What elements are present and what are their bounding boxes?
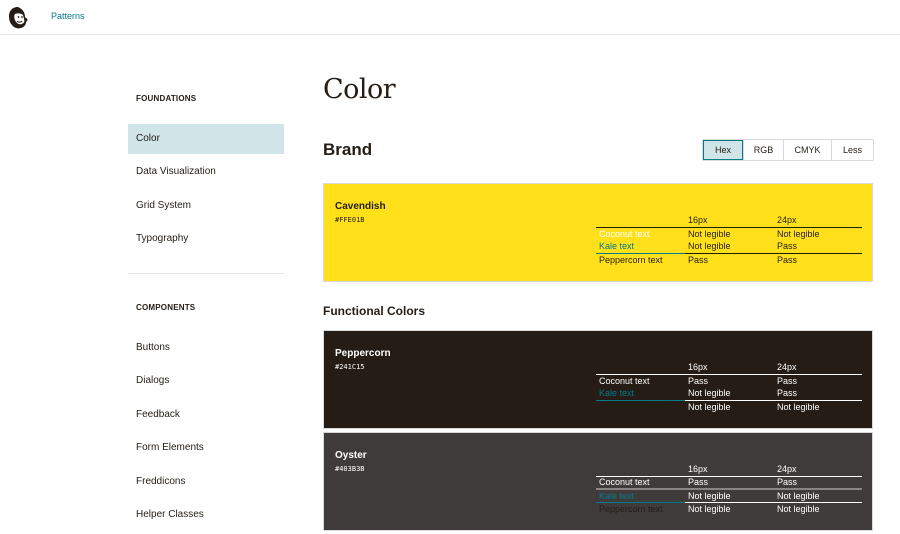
header-cell-16px: 16px: [685, 214, 774, 228]
header-cell: [596, 463, 685, 477]
sidebar-item-data-visualization[interactable]: Data Visualization: [128, 157, 284, 187]
format-less-button[interactable]: Less: [831, 140, 873, 160]
brand-section-title: Brand: [323, 140, 373, 159]
header-cell-24px: 24px: [774, 463, 862, 477]
legibility-table: 16px 24px Coconut text Not legible Not legib…: [596, 214, 862, 266]
legibility-header-row: 16px 24px: [596, 214, 862, 228]
swatch-name: Peppercorn: [335, 348, 391, 359]
text-color-label: Kale text: [596, 240, 685, 254]
sidebar-item-grid-system[interactable]: Grid System: [128, 191, 284, 221]
section-label-foundations: FOUNDATIONS: [136, 94, 197, 103]
result-24px: Pass: [774, 387, 862, 401]
section-label-components: COMPONENTS: [136, 303, 196, 312]
result-24px: Not legible: [777, 503, 820, 514]
sidebar-item-form-elements[interactable]: Form Elements: [128, 433, 284, 463]
patterns-link[interactable]: Patterns: [51, 11, 85, 21]
legibility-row: Coconut text Not legible Not legible: [596, 227, 862, 240]
result-16px: Not legible: [688, 503, 731, 514]
text-color-label: Coconut text: [599, 228, 650, 239]
result-16px: Not legible: [685, 489, 774, 503]
swatch-name: Oyster: [335, 450, 367, 461]
text-color-label: Coconut text: [599, 375, 650, 386]
format-rgb-button[interactable]: RGB: [743, 140, 783, 160]
sidebar-divider: [128, 273, 284, 274]
legibility-row: Coconut text Pass Pass: [596, 476, 862, 490]
swatch-card-cavendish: Cavendish #FFE01B 16px 24px Coconut text No…: [323, 183, 873, 282]
result-24px: Pass: [774, 476, 862, 490]
legibility-row: Kale text Not legible Pass: [596, 387, 862, 401]
legibility-header-row: 16px 24px: [596, 463, 862, 477]
legibility-row: Kale text Not legible Not legible: [596, 489, 862, 503]
header-cell-16px: 16px: [685, 463, 774, 477]
swatch-card-oyster: Oyster #403B3B 16px 24px Coconut text Pass P…: [323, 432, 873, 531]
swatch-hex-value[interactable]: #FFE01B: [335, 216, 365, 224]
header-cell: [596, 214, 685, 228]
text-color-label: Coconut text: [596, 476, 685, 490]
text-color-label: Kale text: [596, 489, 685, 503]
result-16px: Pass: [688, 375, 709, 386]
text-color-label: Peppercorn text: [599, 503, 663, 514]
result-24px: Not legible: [777, 401, 820, 412]
text-color-label: Peppercorn text: [599, 254, 663, 265]
result-16px: Not legible: [685, 387, 774, 401]
result-24px: Pass: [777, 254, 798, 265]
page-title: Color: [323, 74, 396, 105]
top-bar: Patterns: [0, 0, 900, 35]
header-cell-24px: 24px: [774, 214, 862, 228]
legibility-row: Peppercorn text Not legible Not legible: [596, 400, 862, 413]
text-color-label: Kale text: [596, 387, 685, 401]
sidebar-item-dialogs[interactable]: Dialogs: [128, 366, 284, 396]
legibility-table: 16px 24px Coconut text Pass Pass Kale text Not…: [596, 361, 862, 413]
color-format-toggle: Hex RGB CMYK Less: [702, 139, 874, 161]
legibility-table: 16px 24px Coconut text Pass Pass Kale text Not…: [596, 463, 862, 515]
result-24px: Pass: [777, 375, 798, 386]
sidebar-item-buttons[interactable]: Buttons: [128, 333, 284, 363]
legibility-row: Peppercorn text Pass Pass: [596, 253, 862, 266]
freddie-logo-icon[interactable]: [6, 5, 30, 30]
result-24px: Pass: [774, 240, 862, 254]
swatch-card-peppercorn: Peppercorn #241C15 16px 24px Coconut text P…: [323, 330, 873, 429]
swatch-name: Cavendish: [335, 201, 386, 212]
swatch-hex-value[interactable]: #241C15: [335, 363, 365, 371]
header-cell-16px: 16px: [685, 361, 774, 375]
functional-colors-title: Functional Colors: [323, 304, 425, 318]
sidebar-item-helper-classes[interactable]: Helper Classes: [128, 500, 284, 530]
format-hex-button[interactable]: Hex: [703, 140, 743, 160]
legibility-row: Coconut text Pass Pass: [596, 374, 862, 387]
result-24px: Not legible: [774, 489, 862, 503]
legibility-row: Peppercorn text Not legible Not legible: [596, 502, 862, 515]
result-16px: Not legible: [688, 401, 731, 412]
result-16px: Not legible: [685, 240, 774, 254]
legibility-header-row: 16px 24px: [596, 361, 862, 375]
sidebar-item-color[interactable]: Color: [128, 124, 284, 154]
header-cell: [596, 361, 685, 375]
result-24px: Not legible: [777, 228, 820, 239]
result-16px: Not legible: [688, 228, 731, 239]
legibility-row: Kale text Not legible Pass: [596, 240, 862, 254]
format-cmyk-button[interactable]: CMYK: [783, 140, 831, 160]
sidebar-item-typography[interactable]: Typography: [128, 224, 284, 254]
swatch-hex-value[interactable]: #403B3B: [335, 465, 365, 473]
sidebar-item-freddicons[interactable]: Freddicons: [128, 467, 284, 497]
result-16px: Pass: [688, 254, 709, 265]
text-color-label: Peppercorn text: [599, 401, 663, 412]
header-cell-24px: 24px: [774, 361, 862, 375]
sidebar-item-feedback[interactable]: Feedback: [128, 400, 284, 430]
result-16px: Pass: [685, 476, 774, 490]
